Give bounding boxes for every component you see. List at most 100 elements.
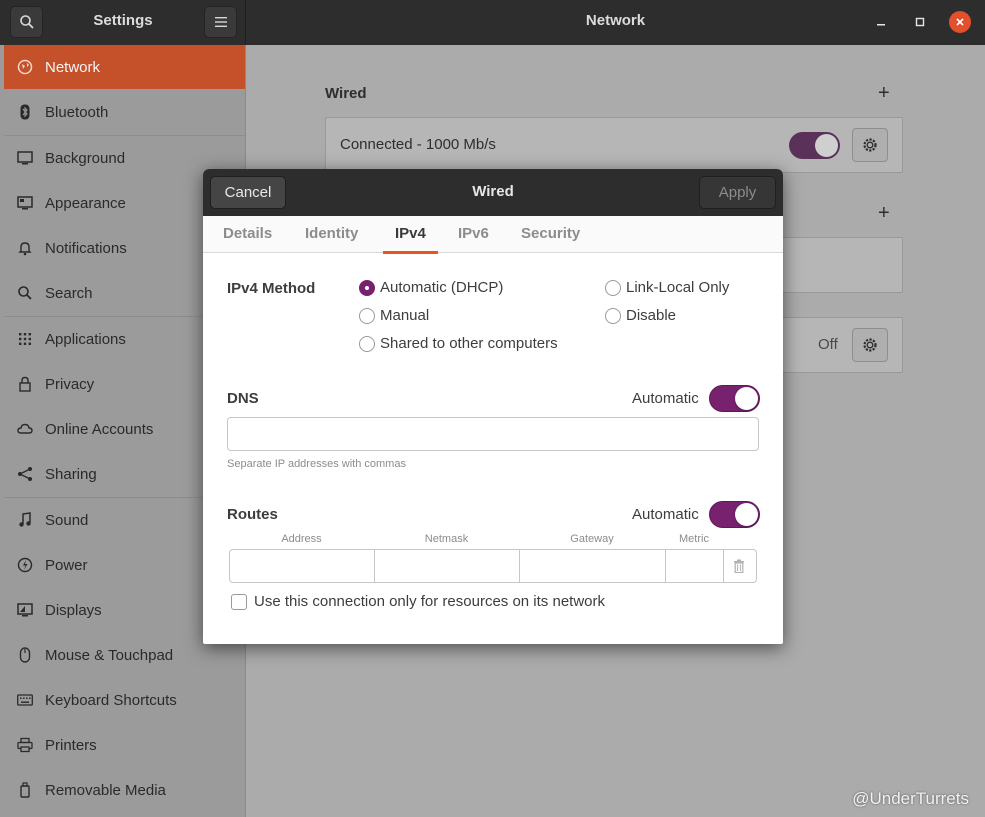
tab-details[interactable]: Details [223, 216, 272, 253]
maximize-button[interactable] [909, 11, 931, 33]
route-column-address: Address [281, 533, 322, 545]
search-button[interactable] [10, 6, 43, 38]
dialog-title: Wired [472, 183, 514, 200]
hamburger-menu-icon [214, 17, 227, 27]
plus-icon: + [878, 202, 890, 224]
dns-automatic-label: Automatic [632, 390, 699, 407]
method-shared-label: Shared to other computers [380, 335, 558, 352]
ipv4-method-label: IPv4 Method [227, 280, 316, 297]
sidebar-item-label: Search [45, 284, 93, 302]
sidebar-item-label: Bluetooth [45, 103, 109, 121]
maximize-icon [915, 17, 925, 27]
minimize-button[interactable] [870, 11, 892, 33]
mouse-icon [17, 647, 33, 663]
dns-automatic-toggle[interactable] [709, 385, 760, 412]
only-resources-option[interactable]: Use this connection only for resources o… [231, 593, 605, 610]
sidebar-item-bluetooth[interactable]: Bluetooth [4, 90, 245, 134]
route-netmask-input[interactable] [375, 550, 520, 582]
close-icon [956, 18, 964, 26]
appearance-icon [17, 195, 33, 211]
proxy-status-text: Off [818, 336, 838, 353]
tab-identity[interactable]: Identity [305, 216, 358, 253]
sidebar-item-label: Network [45, 58, 101, 76]
route-column-gateway: Gateway [570, 533, 614, 545]
radio-button[interactable] [605, 307, 621, 324]
sidebar-item-label: Background [45, 149, 126, 167]
route-address-input[interactable] [230, 550, 375, 582]
tab-ipv6[interactable]: IPv6 [458, 216, 489, 253]
monitor-icon [17, 150, 33, 166]
sidebar-item-removable-media[interactable]: Removable Media [4, 768, 245, 812]
delete-route-button[interactable] [722, 550, 756, 582]
method-automatic-label: Automatic (DHCP) [380, 279, 504, 296]
method-shared-option[interactable]: Shared to other computers [359, 335, 558, 352]
route-gateway-input[interactable] [520, 550, 666, 582]
sidebar-item-label: Printers [45, 736, 97, 754]
dialog-header: Wired Cancel Apply [203, 169, 783, 216]
app-title: Settings [93, 12, 153, 29]
method-link-local-label: Link-Local Only [626, 279, 730, 296]
route-column-netmask: Netmask [424, 533, 469, 545]
routes-automatic-label: Automatic [632, 506, 699, 523]
sidebar-header: Settings [0, 0, 246, 45]
method-disable-label: Disable [626, 307, 677, 324]
route-metric-input[interactable] [666, 550, 724, 582]
dns-label: DNS [227, 390, 259, 407]
sidebar-item-keyboard-shortcuts[interactable]: Keyboard Shortcuts [4, 678, 245, 722]
wired-section-title: Wired [325, 85, 367, 102]
route-column-metric: Metric [679, 533, 709, 545]
power-icon [17, 557, 33, 573]
display-icon [17, 602, 33, 618]
trash-icon [734, 559, 744, 573]
sidebar-item-printers[interactable]: Printers [4, 723, 245, 767]
keyboard-icon [17, 692, 33, 708]
routes-automatic-toggle[interactable] [709, 501, 760, 528]
radio-button[interactable] [605, 279, 621, 296]
close-button[interactable] [949, 11, 971, 33]
wired-settings-button[interactable] [852, 128, 888, 162]
method-automatic-option[interactable]: Automatic (DHCP) [359, 279, 503, 296]
lock-icon [17, 376, 33, 392]
proxy-settings-button[interactable] [852, 328, 888, 362]
cloud-icon [17, 421, 33, 437]
tab-ipv4-label: IPv4 [395, 225, 426, 242]
sidebar-item-label: Online Accounts [45, 420, 154, 438]
route-entry-row [229, 549, 757, 583]
sidebar-item-label: Removable Media [45, 781, 166, 799]
add-wired-button[interactable]: + [878, 82, 890, 105]
routes-label: Routes [227, 506, 278, 523]
sidebar-item-label: Privacy [45, 375, 95, 393]
sidebar-item-label: Appearance [45, 194, 126, 212]
tab-security[interactable]: Security [521, 216, 580, 253]
radio-button[interactable] [359, 307, 375, 324]
only-resources-checkbox[interactable] [231, 593, 247, 610]
radio-button[interactable] [359, 335, 375, 352]
active-tab-indicator [383, 251, 438, 254]
sidebar-item-label: Mouse & Touchpad [45, 646, 174, 664]
method-disable-option[interactable]: Disable [605, 307, 676, 324]
dialog-tabs: Details Identity IPv4 IPv6 Security [203, 216, 783, 254]
dns-input[interactable] [227, 417, 759, 451]
minimize-icon [877, 24, 885, 26]
method-link-local-option[interactable]: Link-Local Only [605, 279, 729, 296]
wired-toggle[interactable] [789, 132, 840, 159]
radio-button[interactable] [359, 279, 375, 296]
sidebar-item-label: Keyboard Shortcuts [45, 691, 177, 709]
sidebar-item-network[interactable]: Network [4, 45, 245, 89]
sidebar-item-label: Power [45, 556, 88, 574]
gear-icon [863, 338, 877, 352]
apply-button[interactable]: Apply [699, 176, 776, 209]
sidebar-item-label: Notifications [45, 239, 127, 257]
method-manual-option[interactable]: Manual [359, 307, 429, 324]
add-vpn-button[interactable]: + [878, 202, 890, 225]
dns-hint: Separate IP addresses with commas [227, 458, 406, 470]
sidebar-item-label: Applications [45, 330, 126, 348]
printer-icon [17, 737, 33, 753]
cancel-button[interactable]: Cancel [210, 176, 286, 209]
method-manual-label: Manual [380, 307, 430, 324]
usb-drive-icon [17, 782, 33, 798]
apps-grid-icon [17, 331, 33, 347]
menu-button[interactable] [204, 6, 237, 38]
tab-ipv4[interactable]: IPv4 [383, 216, 438, 254]
plus-icon: + [878, 82, 890, 104]
